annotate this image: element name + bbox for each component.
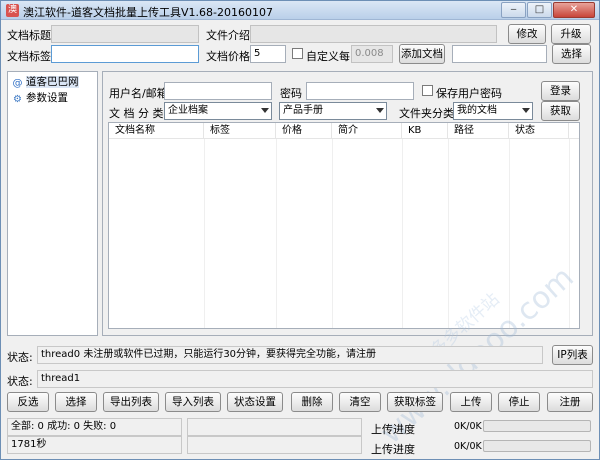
column-divider — [332, 139, 333, 328]
upload-progress-label-1: 上传进度 — [371, 423, 415, 436]
column-header-path[interactable]: 路径 — [448, 123, 509, 139]
column-divider — [204, 139, 205, 328]
select-button[interactable]: 选择 — [552, 44, 591, 64]
upload-progress-bar-2 — [483, 440, 591, 452]
sidebar-item-label: 道客巴巴网 — [26, 76, 79, 88]
export-list-button[interactable]: 导出列表 — [103, 392, 159, 412]
import-list-button[interactable]: 导入列表 — [165, 392, 221, 412]
table-header: 文档名称 标签 价格 简介 KB 路径 状态 — [109, 123, 579, 139]
doc-intro-field[interactable] — [250, 25, 497, 43]
column-header-name[interactable]: 文档名称 — [109, 123, 204, 139]
counts-text: 全部: 0 成功: 0 失败: 0 — [11, 421, 117, 432]
sidebar-item-settings[interactable]: ⚙ 参数设置 — [12, 91, 68, 106]
doc-title-field[interactable] — [51, 25, 199, 43]
fetch-tags-button[interactable]: 获取标签 — [387, 392, 443, 412]
doc-price-label: 文档价格 — [206, 50, 250, 63]
modify-button[interactable]: 修改 — [508, 24, 546, 44]
column-divider — [402, 139, 403, 328]
stop-button[interactable]: 停止 — [498, 392, 540, 412]
column-header-price[interactable]: 价格 — [276, 123, 332, 139]
column-header-kb[interactable]: KB — [402, 123, 448, 139]
counts-field: 全部: 0 成功: 0 失败: 0 — [7, 418, 182, 436]
status-text-1: thread0 未注册或软件已过期，只能运行30分钟，要获得完全功能，请注册 — [41, 349, 377, 360]
chevron-down-icon — [522, 108, 530, 113]
upload-progress-bar-1 — [483, 420, 591, 432]
upload-progress-value-2: 0K/0K — [454, 441, 482, 452]
register-button[interactable]: 注册 — [547, 392, 593, 412]
doc-category-select[interactable]: 企业档案 — [164, 102, 272, 120]
chevron-down-icon — [376, 108, 384, 113]
window-controls: ‒ □ ✕ — [500, 2, 595, 18]
app-window: 澳 澳江软件-道客文档批量上传工具V1.68-20160107 ‒ □ ✕ 文档… — [0, 0, 600, 460]
time-text: 1781秒 — [11, 439, 47, 450]
upload-button[interactable]: 上传 — [450, 392, 492, 412]
sidebar-item-label: 参数设置 — [26, 92, 68, 104]
folder-value: 我的文档 — [457, 105, 497, 116]
gear-icon: ⚙ — [13, 94, 22, 105]
status-label-2: 状态: — [7, 375, 33, 388]
delete-button[interactable]: 删除 — [291, 392, 333, 412]
upload-progress-value-1: 0K/0K — [454, 421, 482, 432]
doc-title-label: 文档标题 — [7, 29, 51, 42]
save-password-label: 保存用户密码 — [436, 87, 502, 100]
upgrade-button[interactable]: 升级 — [551, 24, 591, 44]
doc-table[interactable]: 文档名称 标签 价格 简介 KB 路径 状态 www.ddooo.com 多多软… — [108, 122, 581, 451]
password-field[interactable] — [306, 82, 414, 100]
status-label-1: 状态: — [7, 351, 33, 364]
column-divider — [448, 139, 449, 328]
username-field[interactable] — [164, 82, 272, 100]
minimize-button[interactable]: ‒ — [501, 2, 526, 18]
status-field-2: thread1 — [37, 370, 593, 388]
save-password-checkbox[interactable] — [422, 85, 433, 96]
select-all-button[interactable]: 选择 — [55, 392, 97, 412]
login-button[interactable]: 登录 — [541, 81, 580, 101]
at-sign-icon: @ — [12, 78, 23, 89]
status-settings-button[interactable]: 状态设置 — [227, 392, 283, 412]
info-field-2 — [187, 436, 362, 454]
time-field: 1781秒 — [7, 436, 182, 454]
column-header-status[interactable]: 状态 — [509, 123, 569, 139]
column-header-intro[interactable]: 简介 — [332, 123, 402, 139]
custom-per-k-checkbox[interactable] — [292, 48, 303, 59]
chevron-down-icon — [261, 108, 269, 113]
column-divider — [569, 139, 570, 328]
password-label: 密码 — [280, 87, 302, 100]
custom-per-k-field[interactable]: 0.008 — [351, 45, 393, 63]
doc-category-value: 企业档案 — [168, 105, 208, 116]
window-title: 澳江软件-道客文档批量上传工具V1.68-20160107 — [23, 6, 273, 19]
status-text-2: thread1 — [41, 373, 81, 384]
title-bar[interactable]: 澳 澳江软件-道客文档批量上传工具V1.68-20160107 ‒ □ ✕ — [1, 1, 599, 20]
doc-price-field[interactable]: 5 — [250, 45, 286, 63]
add-doc-button[interactable]: 添加文档 — [399, 44, 445, 64]
clear-button[interactable]: 清空 — [339, 392, 381, 412]
doc-tags-label: 文档标签 — [7, 50, 51, 63]
column-header-tags[interactable]: 标签 — [204, 123, 276, 139]
doc-category-label: 文 档 分 类 — [109, 107, 164, 120]
fetch-button[interactable]: 获取 — [541, 101, 580, 121]
info-field-1 — [187, 418, 362, 436]
invert-selection-button[interactable]: 反选 — [7, 392, 49, 412]
close-button[interactable]: ✕ — [553, 2, 595, 18]
custom-per-k-label: 自定义每K — [306, 50, 358, 63]
doc-tags-field[interactable] — [51, 45, 199, 63]
column-divider — [509, 139, 510, 328]
maximize-button[interactable]: □ — [527, 2, 552, 18]
app-logo-icon: 澳 — [6, 4, 19, 17]
status-field-1: thread0 未注册或软件已过期，只能运行30分钟，要获得完全功能，请注册 — [37, 346, 543, 364]
ip-list-button[interactable]: IP列表 — [552, 345, 593, 365]
sidebar-tree: @ 道客巴巴网 ⚙ 参数设置 — [7, 71, 98, 336]
sidebar-item-daoke[interactable]: @ 道客巴巴网 — [12, 75, 79, 90]
select-path-field[interactable] — [452, 45, 547, 63]
folder-select[interactable]: 我的文档 — [453, 102, 533, 120]
upload-progress-label-2: 上传进度 — [371, 443, 415, 456]
folder-category-label: 文件夹分类 — [399, 107, 454, 120]
username-label: 用户名/邮箱 — [109, 87, 168, 100]
doc-subcategory-select[interactable]: 产品手册 — [279, 102, 387, 120]
doc-subcategory-value: 产品手册 — [283, 105, 323, 116]
doc-intro-label: 文件介绍 — [206, 29, 250, 42]
column-divider — [276, 139, 277, 328]
